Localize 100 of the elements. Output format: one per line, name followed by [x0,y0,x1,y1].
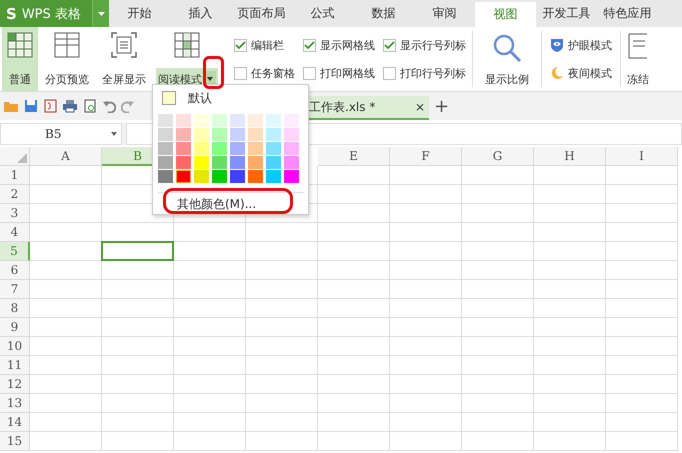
color-swatch[interactable] [248,128,263,141]
column-header[interactable]: I [606,147,678,166]
ribbon-tab[interactable]: 特色应用 [597,0,658,27]
ribbon-tab[interactable]: 审阅 [414,0,475,27]
row-header[interactable]: 1 [0,166,30,185]
row-header[interactable]: 3 [0,204,30,223]
color-swatch[interactable] [176,156,191,169]
color-swatch[interactable] [194,128,209,141]
ribbon-tab[interactable]: 开发工具 [536,0,597,27]
default-color-option[interactable]: 默认 [158,89,308,107]
undo-icon[interactable] [102,99,116,113]
color-swatch[interactable] [230,142,245,155]
color-swatch[interactable] [194,142,209,155]
more-colors-option[interactable]: 其他颜色(M)... [177,196,256,213]
checkbox[interactable] [234,66,247,80]
mode-button[interactable]: 护眼模式 [550,38,612,52]
redo-icon[interactable] [121,99,135,113]
row-header[interactable]: 12 [0,375,30,394]
view-mode-button[interactable]: 普通 [2,27,38,91]
checkbox-option[interactable]: 显示行号列标 [383,38,466,52]
row-header[interactable]: 14 [0,413,30,432]
color-swatch[interactable] [230,128,245,141]
color-swatch[interactable] [194,156,209,169]
app-menu-button[interactable]: S WPS 表格 [0,0,92,27]
color-swatch[interactable] [176,128,191,141]
new-tab-button[interactable]: + [434,96,450,116]
checkbox-option[interactable]: 打印行号列标 [383,66,466,80]
color-swatch[interactable] [212,128,227,141]
color-swatch[interactable] [284,114,299,127]
column-header[interactable]: F [390,147,462,166]
ribbon-tab[interactable]: 公式 [292,0,353,27]
row-header[interactable]: 7 [0,280,30,299]
save-icon[interactable] [24,99,38,113]
column-header[interactable]: E [318,147,390,166]
color-swatch[interactable] [158,142,173,155]
column-header[interactable]: G [462,147,534,166]
app-dropdown-button[interactable] [92,0,109,27]
color-swatch[interactable] [176,170,191,183]
ribbon-tab[interactable]: 数据 [353,0,414,27]
row-header[interactable]: 6 [0,261,30,280]
checkbox[interactable] [383,66,396,80]
freeze-button[interactable]: 冻结 [623,27,653,91]
color-swatch[interactable] [284,142,299,155]
checkbox[interactable] [383,38,396,52]
close-tab-button[interactable]: × [414,100,425,114]
color-swatch[interactable] [230,156,245,169]
checkbox[interactable] [303,66,316,80]
ribbon-tab[interactable]: 页面布局 [231,0,292,27]
select-all-icon[interactable] [17,153,27,163]
checkbox-option[interactable]: 任务窗格 [234,66,295,80]
view-mode-button[interactable]: 全屏显示 [96,27,152,91]
row-header[interactable]: 5 [0,242,30,261]
color-swatch[interactable] [266,156,281,169]
ribbon-tab[interactable]: 开始 [109,0,170,27]
color-swatch[interactable] [230,170,245,183]
column-header[interactable]: A [30,147,102,166]
color-swatch[interactable] [158,128,173,141]
name-box[interactable]: B5 [0,123,122,145]
color-swatch[interactable] [212,156,227,169]
color-swatch[interactable] [266,128,281,141]
color-swatch[interactable] [248,142,263,155]
checkbox[interactable] [234,38,247,52]
ribbon-tab[interactable]: 视图 [475,0,536,27]
print-icon[interactable] [62,99,78,113]
color-swatch[interactable] [194,170,209,183]
zoom-button[interactable]: 显示比例 [475,27,539,91]
row-header[interactable]: 8 [0,299,30,318]
view-mode-button[interactable]: 分页预览 [38,27,96,91]
color-swatch[interactable] [194,114,209,127]
row-header[interactable]: 10 [0,337,30,356]
color-swatch[interactable] [266,114,281,127]
row-header[interactable]: 13 [0,394,30,413]
color-swatch[interactable] [212,114,227,127]
color-swatch[interactable] [176,114,191,127]
folder-icon[interactable] [3,99,19,113]
print-preview-icon[interactable] [83,99,97,113]
row-header[interactable]: 11 [0,356,30,375]
color-swatch[interactable] [158,156,173,169]
color-swatch[interactable] [248,156,263,169]
color-swatch[interactable] [284,156,299,169]
color-swatch[interactable] [248,114,263,127]
color-swatch[interactable] [266,170,281,183]
column-header[interactable]: H [534,147,606,166]
row-header[interactable]: 15 [0,432,30,451]
checkbox[interactable] [303,38,316,52]
color-swatch[interactable] [176,142,191,155]
color-swatch[interactable] [158,114,173,127]
color-swatch[interactable] [230,114,245,127]
checkbox-option[interactable]: 打印网格线 [303,66,375,80]
color-swatch[interactable] [266,142,281,155]
color-swatch[interactable] [212,142,227,155]
ribbon-tab[interactable]: 插入 [170,0,231,27]
color-swatch[interactable] [284,170,299,183]
row-header[interactable]: 2 [0,185,30,204]
color-swatch[interactable] [248,170,263,183]
color-swatch[interactable] [212,170,227,183]
checkbox-option[interactable]: 显示网格线 [303,38,375,52]
row-header[interactable]: 4 [0,223,30,242]
color-swatch[interactable] [158,170,173,183]
mode-button[interactable]: 夜间模式 [550,66,612,80]
